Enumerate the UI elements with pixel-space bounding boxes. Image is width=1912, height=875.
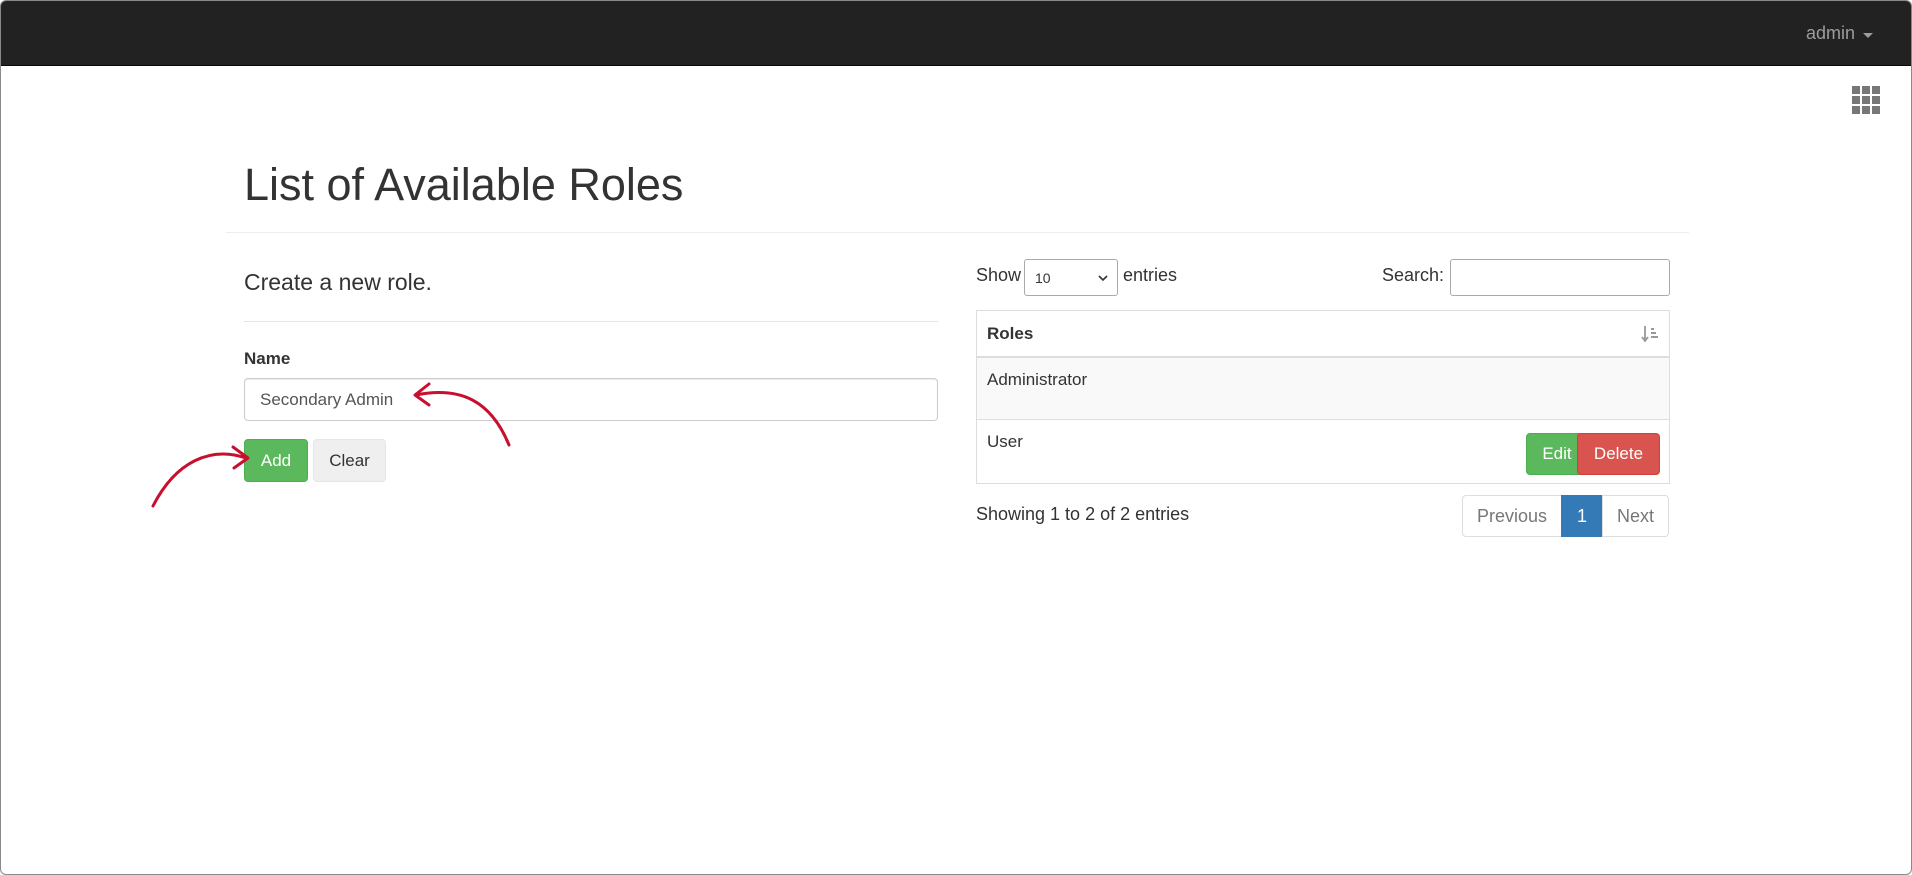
role-name-input[interactable] (244, 378, 938, 421)
delete-button[interactable]: Delete (1577, 433, 1660, 475)
pagination: Previous 1 Next (1462, 495, 1669, 537)
add-button[interactable]: Add (244, 439, 308, 482)
page-1-button[interactable]: 1 (1561, 495, 1603, 537)
role-name-cell: User (987, 432, 1023, 451)
page-length-value: 10 (1035, 269, 1051, 286)
caret-down-icon (1863, 32, 1873, 38)
show-label: Show (976, 265, 1022, 285)
search-input[interactable] (1450, 259, 1670, 296)
search-label: Search: (1382, 265, 1445, 285)
table-info: Showing 1 to 2 of 2 entries (976, 504, 1190, 524)
user-menu-label: admin (1805, 23, 1855, 43)
next-page-button[interactable]: Next (1602, 495, 1669, 537)
arrow-to-add-button (151, 452, 248, 508)
name-label: Name (244, 349, 291, 368)
role-name-cell: Administrator (987, 370, 1088, 389)
title-divider (226, 232, 1689, 233)
roles-header-label: Roles (987, 323, 1034, 343)
chevron-down-icon (1098, 275, 1108, 282)
page-length-select[interactable]: 10 (1024, 259, 1118, 296)
table-row: Administrator (977, 358, 1669, 420)
browser-frame: admin List of Available Roles Create a n… (0, 0, 1912, 875)
roles-column-header[interactable]: Roles (977, 311, 1669, 358)
user-menu-dropdown[interactable]: admin (1806, 23, 1873, 44)
entries-label: entries (1123, 265, 1178, 285)
form-divider (244, 321, 938, 322)
roles-table: Roles Administrator User Edit Delete (976, 310, 1670, 484)
form-heading: Create a new role. (244, 269, 432, 295)
clear-button[interactable]: Clear (313, 439, 386, 482)
grid-apps-icon[interactable] (1852, 86, 1880, 119)
page-title: List of Available Roles (244, 159, 684, 210)
sort-alpha-icon (1641, 326, 1658, 343)
previous-page-button[interactable]: Previous (1462, 495, 1562, 537)
top-navbar: admin (1, 1, 1911, 66)
